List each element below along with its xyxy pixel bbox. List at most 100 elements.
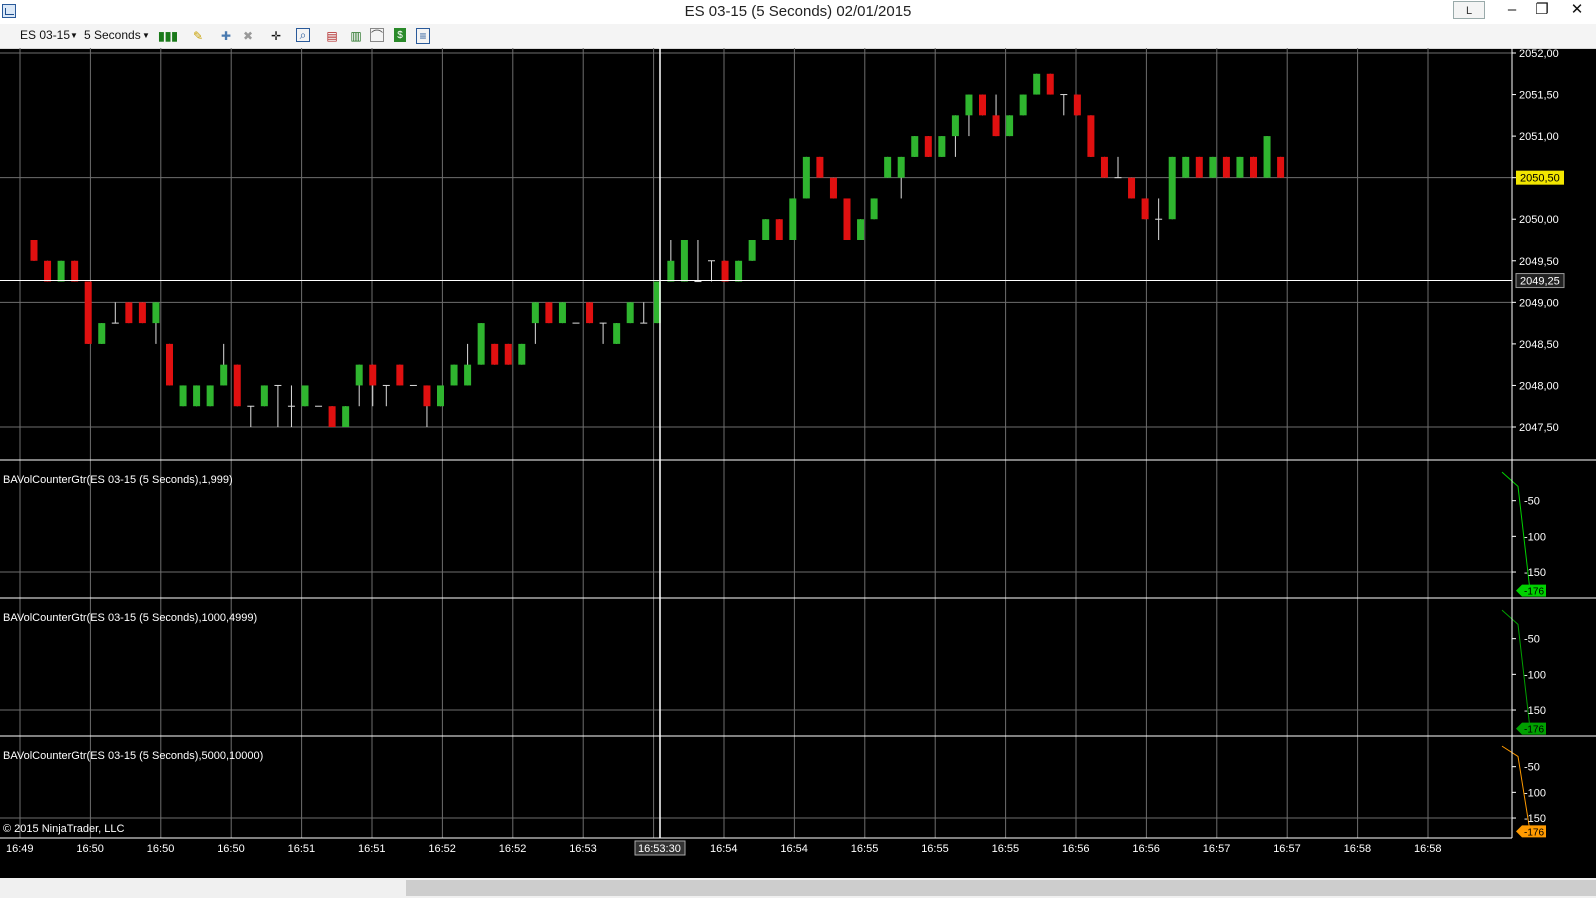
candlestick-series [30, 73, 1285, 427]
candle [328, 406, 336, 427]
drawing-tool-icon[interactable]: ✎ [190, 28, 206, 44]
candle-body [1195, 156, 1203, 178]
candle [111, 302, 119, 324]
candle-body [125, 302, 133, 324]
candle [125, 302, 133, 324]
candle-body [30, 240, 38, 261]
candle-body [193, 385, 201, 407]
candle [1236, 156, 1244, 178]
bar-type-icon[interactable]: ▮▮▮ [158, 28, 178, 44]
panel-axis-label: -50 [1524, 762, 1540, 774]
candle [599, 322, 607, 344]
strategy-icon[interactable]: ▤ [324, 28, 340, 44]
candle [1209, 156, 1217, 178]
candle-body [57, 260, 65, 282]
candle-body [1222, 156, 1230, 178]
candle [287, 385, 295, 427]
time-axis-label: 16:57 [1273, 843, 1301, 855]
candle [274, 384, 282, 427]
time-axis-label: 16:55 [851, 843, 879, 855]
instrument-selector[interactable]: ES 03-15 ▼ [20, 28, 78, 42]
restore-icon[interactable]: ❐ [1527, 0, 1557, 22]
candle [1006, 115, 1014, 137]
chart-style-icon[interactable]: ▥ [348, 28, 364, 44]
candle-body [748, 240, 756, 261]
panel-axis-label: -50 [1524, 634, 1540, 646]
candle-body [152, 302, 160, 324]
candle [423, 385, 431, 427]
candle [355, 364, 363, 407]
candle-body [1087, 115, 1095, 157]
candle [396, 364, 404, 386]
candle-body [1168, 156, 1176, 220]
scrollbar-thumb[interactable] [406, 880, 1596, 896]
candle [30, 240, 38, 261]
candle [518, 343, 526, 365]
candle-body [396, 364, 404, 386]
panel-value-label: -176 [1524, 827, 1544, 838]
time-axis-label: 16:56 [1132, 843, 1160, 855]
candle [57, 260, 65, 282]
zoom-icon[interactable]: ⌕ [296, 28, 310, 42]
panel-value-label: -176 [1524, 725, 1544, 736]
candle-body [1033, 73, 1041, 95]
candle [626, 302, 634, 324]
remove-indicator-icon[interactable]: ✖ [240, 28, 256, 44]
candle-body [1046, 73, 1054, 95]
horizontal-scrollbar[interactable] [0, 878, 1596, 898]
candle [369, 364, 377, 407]
chart-properties-icon[interactable]: ⌒ [370, 28, 384, 43]
candle-body [531, 302, 539, 324]
candle [735, 260, 743, 282]
candle [979, 94, 986, 116]
candle-body [843, 198, 851, 240]
add-indicator-icon[interactable]: ✚ [218, 28, 234, 44]
copyright-text: © 2015 NinjaTrader, LLC [3, 823, 124, 835]
candle-body [504, 343, 512, 365]
panel-label: BAVolCounterGtr(ES 03-15 (5 Seconds),1,9… [3, 474, 233, 486]
candle-body [1277, 156, 1285, 178]
candle-body [897, 156, 905, 178]
candle-body [762, 219, 770, 240]
candle-body [979, 94, 986, 116]
candle-body [667, 260, 675, 282]
candle-body [491, 343, 499, 365]
candle-body [951, 115, 959, 137]
time-axis-label: 16:57 [1203, 843, 1231, 855]
candle [1114, 156, 1122, 179]
candle [545, 302, 553, 324]
close-icon[interactable]: ✕ [1562, 0, 1592, 22]
panel-value-label: -176 [1524, 587, 1544, 598]
candle-body [721, 260, 729, 282]
price-axis-label: 2049,50 [1519, 256, 1559, 268]
candle-body [586, 302, 594, 324]
minimize-icon[interactable]: – [1497, 0, 1527, 22]
properties-icon[interactable]: ≡ [416, 28, 430, 44]
candle [1087, 115, 1095, 157]
price-axis-label: 2047,50 [1519, 422, 1559, 434]
price-chart[interactable]: BAVolCounterGtr(ES 03-15 (5 Seconds),1,9… [0, 48, 1596, 878]
candle-body [1182, 156, 1190, 178]
crosshair-price-label: 2049,25 [1520, 276, 1560, 288]
time-axis-label: 16:54 [780, 843, 808, 855]
candle-body [44, 260, 52, 282]
panel-axis-label: -50 [1524, 496, 1540, 508]
interval-selector[interactable]: 5 Seconds ▼ [84, 28, 150, 42]
data-box-icon[interactable]: $ [394, 28, 406, 42]
candle [789, 198, 797, 240]
candle [71, 260, 79, 282]
link-button[interactable]: L [1453, 1, 1485, 19]
candle-body [735, 260, 743, 282]
candle [504, 343, 512, 365]
chart-axes: 16:49 16:50 16:50 16:50 16:51 16:51 16:52 16:52… [0, 48, 1596, 856]
candle-body [938, 136, 946, 157]
candle [1263, 136, 1271, 178]
time-axis-label: 16:55 [921, 843, 949, 855]
candle-body [233, 364, 241, 407]
crosshair-icon[interactable]: ✛ [268, 28, 284, 44]
instrument-label: ES 03-15 [20, 28, 71, 42]
price-axis-label: 2051,00 [1519, 131, 1559, 143]
candle [382, 384, 390, 407]
time-axis-label: 16:50 [76, 843, 104, 855]
time-axis-label: 16:50 [147, 843, 175, 855]
